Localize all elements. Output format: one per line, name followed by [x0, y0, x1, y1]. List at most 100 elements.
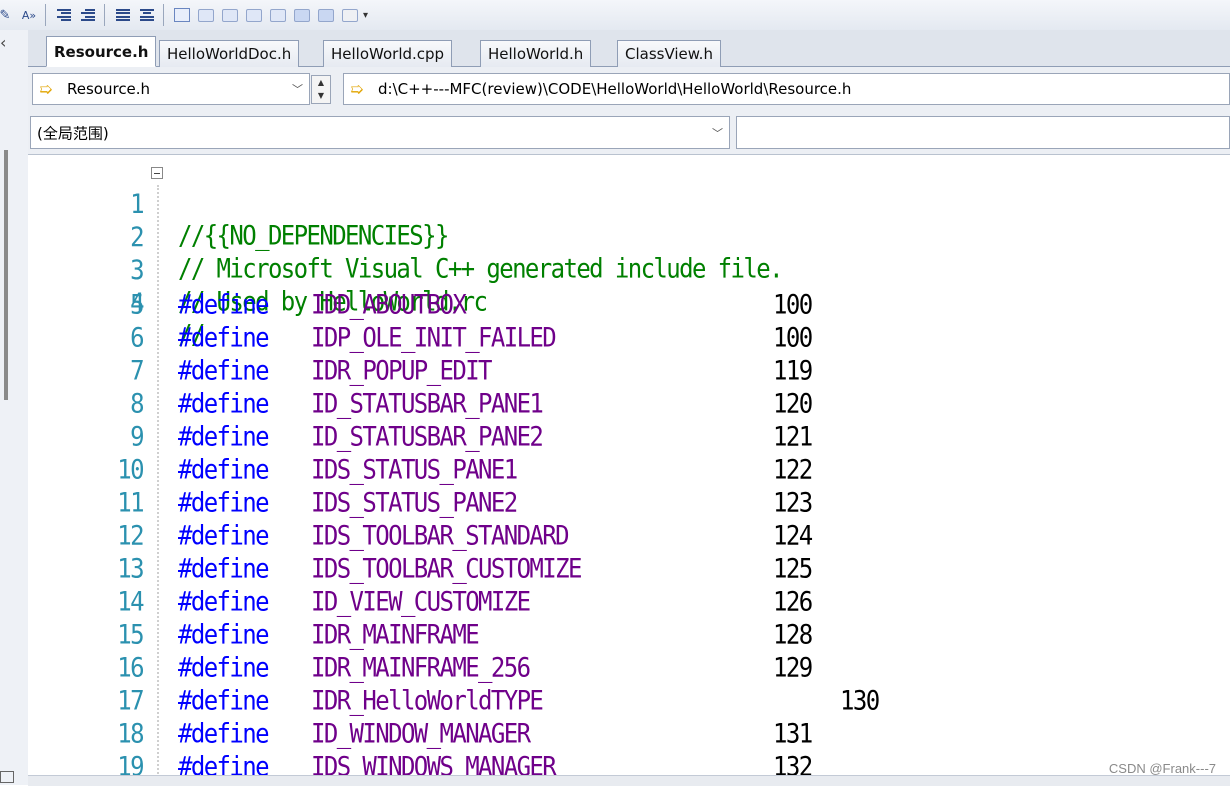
code-line: 9 #define ID_STATUSBAR_PANE2 121 [28, 421, 1230, 458]
tab-resource-h[interactable]: Resource.h [46, 36, 157, 67]
define-keyword: #define [178, 652, 270, 684]
line-number: 9 [130, 421, 144, 453]
code-line: 6 #define IDP_OLE_INIT_FAILED 100 [28, 322, 1230, 359]
code-editor[interactable]: 1 //{{NO_DEPENDENCIES}} 2 // Microsoft V… [28, 155, 1230, 775]
macro-value: 131 [773, 718, 813, 750]
define-keyword: #define [178, 685, 270, 717]
pane-icon[interactable] [0, 771, 14, 783]
define-keyword: #define [178, 751, 270, 775]
scope-combo[interactable]: (全局范围) ﹀ [30, 116, 730, 149]
macro-name: ID_WINDOW_MANAGER [311, 718, 531, 750]
indent-icon[interactable] [77, 4, 99, 26]
chevron-down-icon[interactable]: ﹀ [712, 125, 723, 141]
macro-name: IDS_STATUS_PANE1 [311, 454, 518, 486]
line-number: 19 [117, 751, 144, 775]
line-number: 7 [130, 355, 144, 387]
macro-name: IDD_ABOUTBOX [311, 289, 467, 321]
file-combo[interactable]: ➯ Resource.h ﹀ [32, 73, 310, 105]
code-line: 10 #define IDS_STATUS_PANE1 122 [28, 454, 1230, 491]
font-size-icon[interactable]: A» [18, 4, 40, 26]
code-line: 8 #define ID_STATUSBAR_PANE1 120 [28, 388, 1230, 425]
define-keyword: #define [178, 421, 270, 453]
line-number: 13 [117, 553, 144, 585]
code-line: 18 #define ID_WINDOW_MANAGER 131 [28, 718, 1230, 755]
comment-icon[interactable] [112, 4, 134, 26]
uncomment-icon[interactable] [136, 4, 158, 26]
define-keyword: #define [178, 355, 270, 387]
bookmark-toggle-icon[interactable] [171, 4, 193, 26]
macro-name: IDP_OLE_INIT_FAILED [311, 322, 557, 354]
macro-name: IDR_POPUP_EDIT [311, 355, 492, 387]
toolbar-separator [104, 4, 105, 26]
macro-name: IDS_WINDOWS_MANAGER [311, 751, 557, 775]
bookmark-next-folder-icon[interactable] [267, 4, 289, 26]
toolbar-separator [45, 4, 46, 26]
path-field[interactable]: ➯ d:\C++---MFC(review)\CODE\HelloWorld\H… [343, 73, 1230, 105]
bookmark-prev-icon[interactable] [195, 4, 217, 26]
bookmark-clear-icon[interactable] [315, 4, 337, 26]
bookmark-prev-folder-icon[interactable] [243, 4, 265, 26]
code-line: 14 #define ID_VIEW_CUSTOMIZE 126 [28, 586, 1230, 623]
macro-name: IDS_TOOLBAR_CUSTOMIZE [311, 553, 582, 585]
left-pane-scrollbar[interactable] [4, 150, 8, 400]
define-keyword: #define [178, 718, 270, 750]
macro-value: 123 [773, 487, 813, 519]
horizontal-scrollbar[interactable] [28, 775, 1230, 786]
code-line: 16 #define IDR_MAINFRAME_256 129 [28, 652, 1230, 689]
line-number: 11 [117, 487, 144, 519]
format-icon[interactable]: ✎ [0, 4, 16, 26]
chevron-down-icon[interactable]: ﹀ [292, 81, 303, 97]
tab-helloworlddoc-h[interactable]: HelloWorldDoc.h [159, 40, 300, 67]
macro-value: 122 [773, 454, 813, 486]
line-number: 5 [130, 289, 144, 321]
macro-name: IDS_TOOLBAR_STANDARD [311, 520, 570, 552]
outdent-icon[interactable] [53, 4, 75, 26]
code-line: 1 //{{NO_DEPENDENCIES}} [28, 157, 1230, 251]
file-spinner[interactable]: ▲ ▼ [311, 75, 331, 104]
macro-value: 132 [773, 751, 813, 775]
toolbar-overflow-icon[interactable]: ▾ [363, 10, 368, 21]
left-dock-pane: ‹ [0, 30, 29, 785]
macro-name: IDR_MAINFRAME_256 [311, 652, 531, 684]
macro-name: IDR_HelloWorldTYPE [311, 685, 544, 717]
macro-name: ID_STATUSBAR_PANE2 [311, 421, 544, 453]
bookmark-disable-icon[interactable] [339, 4, 361, 26]
macro-value: 126 [773, 586, 813, 618]
macro-value: 128 [773, 619, 813, 651]
code-line: 17 #define IDR_HelloWorldTYPE 130 [28, 685, 1230, 722]
line-number: 15 [117, 619, 144, 651]
scope-combo-value: (全局范围) [37, 124, 109, 142]
arrow-right-icon: ➯ [39, 79, 53, 99]
tab-helloworld-h[interactable]: HelloWorld.h [480, 40, 592, 67]
line-number: 6 [130, 322, 144, 354]
scope-bar: (全局范围) ﹀ [28, 112, 1230, 155]
code-line: 3 // Used by HelloWorld.rc [28, 223, 1230, 317]
line-number: 8 [130, 388, 144, 420]
code-line: 4 // [28, 256, 1230, 350]
macro-value: 121 [773, 421, 813, 453]
macro-value: 100 [773, 322, 813, 354]
define-keyword: #define [178, 619, 270, 651]
define-keyword: #define [178, 487, 270, 519]
tab-classview-h[interactable]: ClassView.h [617, 40, 721, 67]
member-combo[interactable] [736, 116, 1230, 149]
macro-value: 100 [773, 289, 813, 321]
collapse-arrow-icon[interactable]: ‹ [0, 33, 6, 52]
macro-value: 120 [773, 388, 813, 420]
path-text: d:\C++---MFC(review)\CODE\HelloWorld\Hel… [378, 80, 852, 98]
tab-helloworld-cpp[interactable]: HelloWorld.cpp [323, 40, 453, 67]
bookmark-next-icon[interactable] [219, 4, 241, 26]
define-keyword: #define [178, 322, 270, 354]
macro-name: ID_STATUSBAR_PANE1 [311, 388, 544, 420]
code-line: 5 #define IDD_ABOUTBOX 100 [28, 289, 1230, 326]
macro-value: 119 [773, 355, 813, 387]
code-line: 11 #define IDS_STATUS_PANE2 123 [28, 487, 1230, 524]
macro-value: 130 [840, 685, 880, 717]
define-keyword: #define [178, 553, 270, 585]
line-number: 10 [117, 454, 144, 486]
code-line: 12 #define IDS_TOOLBAR_STANDARD 124 [28, 520, 1230, 557]
line-number: 16 [117, 652, 144, 684]
bookmark-list-icon[interactable] [291, 4, 313, 26]
define-keyword: #define [178, 388, 270, 420]
watermark: CSDN @Frank---7 [1108, 761, 1216, 776]
